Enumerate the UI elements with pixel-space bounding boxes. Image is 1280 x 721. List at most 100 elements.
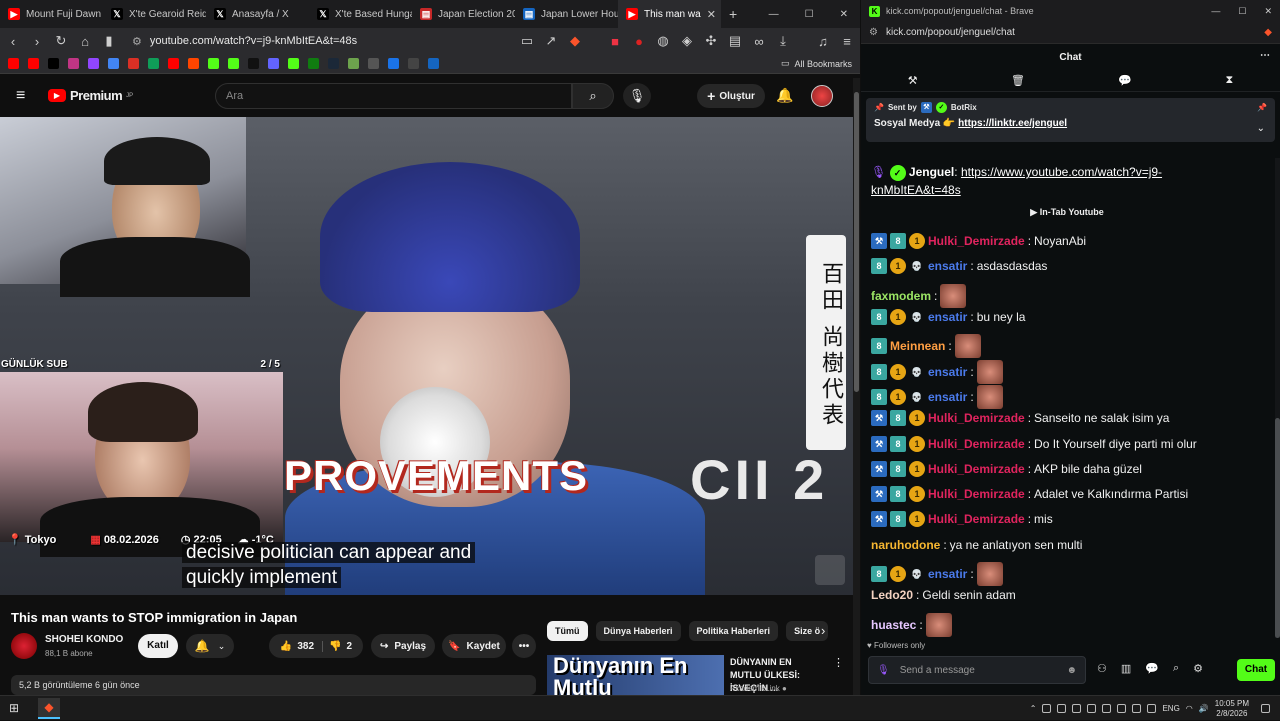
channel-name[interactable]: SHOHEI KONDO xyxy=(45,634,123,645)
chat-username[interactable]: Hulki_Demirzade xyxy=(928,486,1025,502)
chat-username[interactable]: faxmodem xyxy=(871,288,931,304)
users-icon[interactable]: ⚇ xyxy=(1097,662,1107,675)
dislike-button[interactable]: 👎 2 xyxy=(329,641,352,652)
drive-bookmark-icon[interactable] xyxy=(148,58,159,69)
windows-start-icon[interactable]: ⊞ xyxy=(9,701,19,715)
extension-icon[interactable]: ◍ xyxy=(656,33,670,49)
sidebar-icon[interactable]: ▤ xyxy=(728,33,742,49)
more-vert-icon[interactable]: ⋮ xyxy=(833,656,844,669)
unpin-icon[interactable]: 📌 xyxy=(1257,103,1267,112)
chat-username[interactable]: Hulki_Demirzade xyxy=(928,511,1025,527)
browser-tab[interactable]: 𝕏 X'te Based Hungary xyxy=(309,0,412,28)
browser-tab[interactable]: 𝕏 X'te Gearoid Reidy xyxy=(103,0,206,28)
gmail-bookmark-icon[interactable] xyxy=(128,58,139,69)
tray-app-icon[interactable] xyxy=(1117,704,1127,713)
subscription-bell-button[interactable]: 🔔 ⌄ xyxy=(186,634,234,658)
youtube-logo[interactable]: ▶ Premium JP xyxy=(48,88,133,103)
save-button[interactable]: 🔖 Kaydet xyxy=(442,634,506,658)
channel-avatar[interactable] xyxy=(11,633,37,659)
browser-tab[interactable]: ▶ Mount Fuji Dawn D xyxy=(0,0,103,28)
chat-username[interactable]: ensatir xyxy=(928,389,967,405)
google-bookmark-icon[interactable] xyxy=(108,58,119,69)
recommended-video-thumbnail[interactable]: Dünyanın En Mutlu xyxy=(547,655,724,695)
media-icon[interactable]: ♫ xyxy=(816,34,830,49)
chat-menu-icon[interactable]: ⋯ xyxy=(1260,50,1270,61)
create-button[interactable]: + Oluştur xyxy=(697,84,765,108)
close-tab-icon[interactable]: ✕ xyxy=(707,8,716,21)
site-info-icon[interactable]: ⚙ xyxy=(132,35,142,48)
tray-chevron-icon[interactable]: ⌃ xyxy=(1030,704,1037,713)
back-icon[interactable]: ‹ xyxy=(6,34,20,49)
tray-app-icon[interactable] xyxy=(1132,704,1142,713)
download-icon[interactable]: ⤓ xyxy=(776,33,790,49)
video-player[interactable]: CII 2 百田 尚樹代表 PROVEMENTS GÜNLÜK SUB 2 / … xyxy=(0,117,853,595)
more-actions-button[interactable]: ••• xyxy=(512,634,536,658)
search-icon[interactable]: ⌕ xyxy=(1173,662,1179,675)
new-tab-button[interactable]: + xyxy=(729,6,737,22)
recommended-video-channel[interactable]: AkademikLink ● xyxy=(730,684,787,693)
kick-bookmark-icon[interactable] xyxy=(208,58,219,69)
scrollbar-thumb[interactable] xyxy=(854,92,859,392)
share-icon[interactable]: ↗ xyxy=(544,33,558,49)
chat-username[interactable]: ensatir xyxy=(928,309,967,325)
notification-icon[interactable] xyxy=(1261,704,1270,713)
chat-username[interactable]: ensatir xyxy=(928,364,967,380)
tray-app-icon[interactable] xyxy=(1057,704,1067,713)
chat-username[interactable]: ensatir xyxy=(928,566,967,582)
brave-taskbar-icon[interactable]: ◆ xyxy=(38,698,60,719)
join-button[interactable]: Katıl xyxy=(138,634,178,658)
brave-shield-icon[interactable]: ◆ xyxy=(568,33,582,49)
in-tab-youtube-button[interactable]: ▶ In-Tab Youtube xyxy=(861,207,1273,218)
browser-tab[interactable]: 𝕏 Anasayfa / X xyxy=(206,0,309,28)
browser-tab[interactable]: ▤ Japan Election 2026 xyxy=(412,0,515,28)
page-scrollbar[interactable] xyxy=(853,78,860,695)
filter-chip[interactable]: Dünya Haberleri xyxy=(595,621,681,641)
bot-name[interactable]: BotRix xyxy=(951,103,977,112)
e-bookmark-icon[interactable] xyxy=(428,58,439,69)
filter-chip[interactable]: Tümü xyxy=(547,621,588,641)
like-button[interactable]: 👍 382 xyxy=(280,640,324,652)
broadcaster-username[interactable]: Jenguel xyxy=(909,165,954,179)
chat-input[interactable]: 🎙 Send a message ☻ xyxy=(868,656,1086,684)
browser-tab[interactable]: ▶ This man wa ✕ xyxy=(618,0,721,28)
trash-icon[interactable]: 🗑 xyxy=(1011,74,1025,87)
puzzle-icon[interactable]: ✣ xyxy=(704,33,718,49)
pinned-link[interactable]: https://linktr.ee/jenguel xyxy=(958,118,1067,129)
chat-username[interactable]: Hulki_Demirzade xyxy=(928,461,1025,477)
hammer-icon[interactable]: ⚒ xyxy=(908,74,918,87)
popout-url-bar[interactable]: ⚙ kick.com/popout/jenguel/chat ◆ xyxy=(861,22,1280,44)
n-bookmark-icon[interactable] xyxy=(388,58,399,69)
bookmark-icon[interactable]: ▮ xyxy=(102,33,116,49)
x-bookmark-icon[interactable] xyxy=(48,58,59,69)
send-chat-button[interactable]: Chat xyxy=(1237,659,1275,681)
tiktok-bookmark-icon[interactable] xyxy=(248,58,259,69)
tray-app-icon[interactable] xyxy=(1072,704,1082,713)
close-icon[interactable]: ✕ xyxy=(1264,6,1272,17)
chat-bubble-icon[interactable]: 💬 xyxy=(1118,74,1132,87)
chat-username[interactable]: Hulki_Demirzade xyxy=(928,436,1025,452)
chat-username[interactable]: Hulki_Demirzade xyxy=(928,410,1025,426)
volume-icon[interactable]: 🔊 xyxy=(1199,704,1209,713)
youtube-bookmark-icon[interactable] xyxy=(28,58,39,69)
cast-icon[interactable]: ▭ xyxy=(520,33,534,49)
tray-app-icon[interactable] xyxy=(1042,704,1052,713)
forward-icon[interactable]: › xyxy=(30,34,44,49)
close-icon[interactable]: ✕ xyxy=(840,9,848,20)
chat-scrollbar[interactable] xyxy=(1275,158,1280,638)
kick-bookmark-icon[interactable] xyxy=(228,58,239,69)
extension-icon[interactable]: ■ xyxy=(608,34,622,49)
chevron-down-icon[interactable]: ⌄ xyxy=(1257,123,1265,134)
all-bookmarks-button[interactable]: ▭ All Bookmarks xyxy=(781,58,852,69)
settings-icon[interactable]: ⚙ xyxy=(1193,662,1203,675)
bubble-icon[interactable]: 💬 xyxy=(1145,662,1159,675)
chat-username[interactable]: Meinnean xyxy=(890,338,945,354)
extension-icon[interactable]: ◈ xyxy=(680,33,694,49)
voice-search-button[interactable]: 🎙 xyxy=(623,83,651,109)
channel-watermark[interactable] xyxy=(815,555,845,585)
maximize-icon[interactable]: ☐ xyxy=(1238,6,1246,17)
video-description-box[interactable]: 5,2 B görüntüleme 6 gün önce xyxy=(11,675,536,695)
scrollbar-thumb[interactable] xyxy=(1275,418,1280,638)
youtube-link[interactable]: https://www.youtube.com/watch?v=j9- xyxy=(961,165,1162,179)
clock[interactable]: 10:05 PM 2/8/2026 xyxy=(1215,699,1249,719)
hamburger-icon[interactable]: ≡ xyxy=(16,87,25,105)
